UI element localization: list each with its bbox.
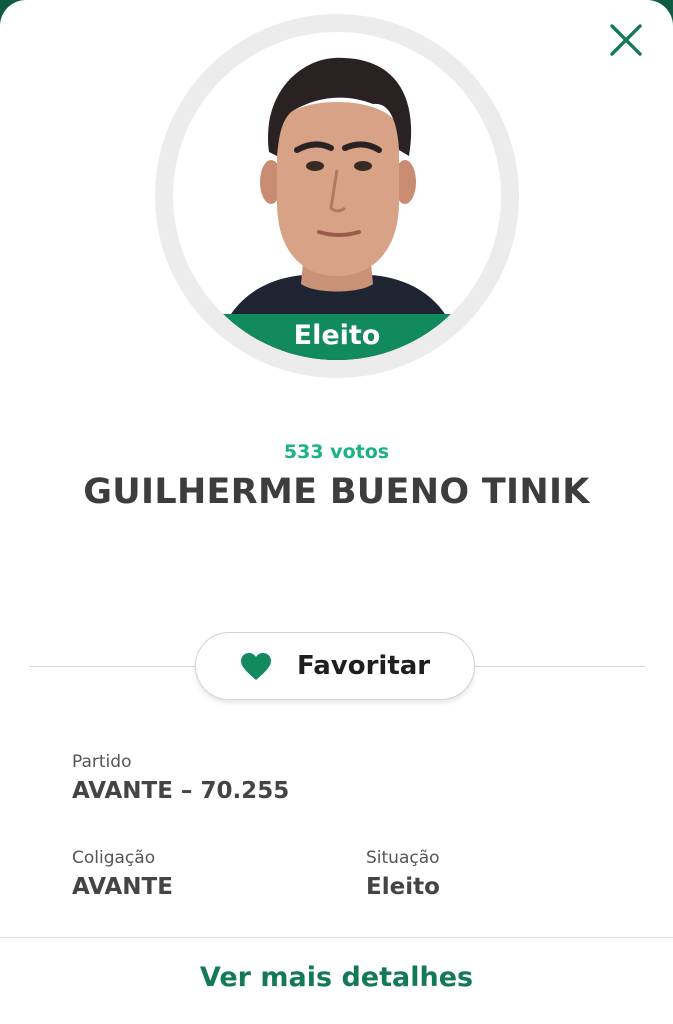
coalition-label: Coligação [72,848,156,868]
candidate-detail-sheet: Eleito 533 votos GUILHERME BUENO TINIK F… [0,0,673,1024]
party-label: Partido [72,752,132,772]
heart-icon [241,653,271,680]
avatar-frame: Eleito [173,32,501,360]
situation-label: Situação [366,848,440,868]
favorite-label: Favoritar [297,651,431,681]
votes-count: 533 votos [283,441,390,463]
party-value: AVANTE – 70.255 [72,778,290,804]
coalition-value: AVANTE [72,874,173,900]
footer-divider [0,937,673,938]
close-icon [610,24,642,56]
close-button[interactable] [604,18,648,62]
details-link[interactable]: Ver mais detalhes [0,962,673,993]
status-badge: Eleito [293,320,381,351]
candidate-photo [231,57,445,360]
avatar: Eleito [155,14,519,378]
candidate-name: GUILHERME BUENO TINIK [83,472,590,512]
favorite-button[interactable]: Favoritar [195,632,475,700]
situation-value: Eleito [366,874,440,900]
